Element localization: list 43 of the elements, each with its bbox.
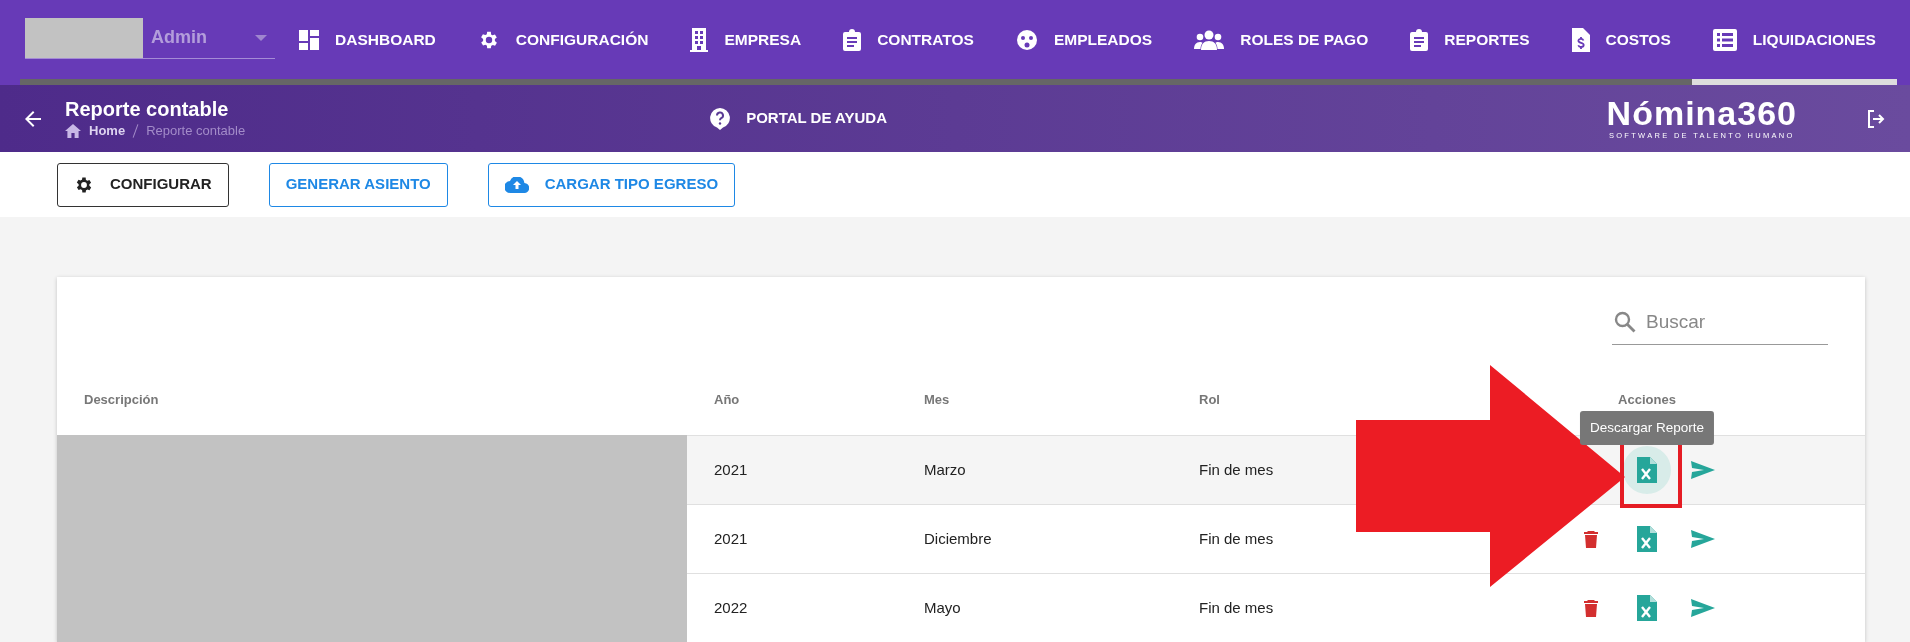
excel-file-icon[interactable]	[1623, 446, 1671, 494]
page-title: Reporte contable	[65, 96, 230, 121]
table-cell-text: Fin de mes	[1198, 597, 1275, 618]
column-header: Descripción	[84, 391, 159, 410]
tooltip: Descargar Reporte	[1579, 410, 1715, 445]
breadcrumb-link[interactable]: Home	[89, 120, 126, 141]
people-icon	[1194, 29, 1225, 50]
column-header: Acciones	[1618, 391, 1676, 410]
table-cell-text: 2021	[713, 459, 749, 480]
table-cell-text: Mayo	[923, 597, 962, 618]
help-portal-link[interactable]: PORTAL DE AYUDA	[710, 107, 887, 130]
building-icon	[690, 27, 709, 52]
caret-icon[interactable]	[255, 34, 267, 41]
table-cell-text: 2022	[713, 597, 749, 618]
toolbar-button[interactable]: CARGAR TIPO EGRESO	[487, 162, 736, 207]
column-header: Año	[714, 391, 740, 410]
back-arrow-icon[interactable]	[25, 110, 41, 127]
clipboard-icon	[843, 28, 862, 51]
toolbar-button[interactable]: GENERAR ASIENTO	[268, 162, 448, 207]
dollar-document-icon	[1571, 27, 1590, 52]
home-icon[interactable]	[65, 123, 81, 138]
table-cell-text: Marzo	[923, 459, 967, 480]
column-header: Rol	[1199, 391, 1220, 410]
table-cell-text: Diciembre	[923, 528, 993, 549]
logout-icon[interactable]	[1867, 109, 1885, 128]
table-row[interactable]: 2022 Mayo Fin de mes	[57, 573, 1865, 642]
clipboard-icon	[1410, 28, 1429, 51]
breadcrumb-current: Reporte contable	[146, 121, 246, 140]
cloud-upload-icon	[504, 176, 529, 193]
toolbar-button[interactable]: CONFIGURAR	[57, 162, 229, 207]
table-cell-text: Fin de mes	[1198, 528, 1275, 549]
column-header: Mes	[924, 391, 950, 410]
table-cell-text: 2021	[713, 528, 749, 549]
table-cell-text: Fin de mes	[1198, 459, 1275, 480]
dashboard-icon	[299, 29, 319, 50]
table-row[interactable]: 2021 Diciembre Fin de mes	[57, 504, 1865, 573]
list-icon	[1712, 28, 1737, 51]
help-icon	[710, 107, 731, 130]
user-role: Admin	[151, 26, 207, 49]
logo-wordmark: Nómina360	[1606, 95, 1797, 130]
search-icon	[1614, 311, 1636, 333]
face-icon	[1015, 28, 1038, 51]
search-field[interactable]: Buscar	[1612, 300, 1828, 345]
